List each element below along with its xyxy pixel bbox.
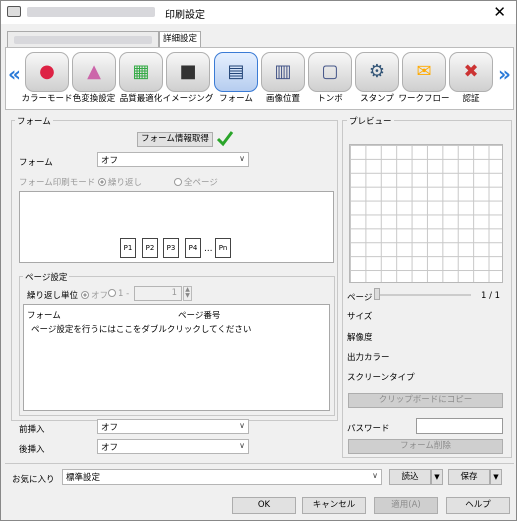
cancel-button[interactable]: キャンセル	[302, 497, 366, 514]
toolbar-label: トンボ	[317, 94, 343, 104]
toolbar-label: 画像位置	[265, 94, 300, 104]
help-button[interactable]: ヘルプ	[446, 497, 510, 514]
page-sheet-icon: P4	[185, 238, 201, 258]
toolbar-button-authentication[interactable]: ✖	[449, 52, 493, 92]
preview-page-label: ページ	[347, 293, 373, 303]
page-sheet-icon: …	[204, 244, 213, 254]
separator	[5, 463, 514, 464]
range-spinner[interactable]: ▲ ▼	[183, 286, 192, 301]
printer-name-redacted	[27, 7, 155, 17]
close-icon[interactable]: ✕	[493, 3, 506, 21]
form-icon: ▤	[227, 61, 245, 82]
form-select[interactable]: オフ ∨	[97, 152, 249, 167]
toolbar-label: ワークフロー	[398, 94, 450, 104]
password-input[interactable]	[416, 418, 503, 434]
crop-marks-icon: ▢	[321, 61, 339, 82]
get-form-info-button[interactable]: フォーム情報取得	[137, 132, 213, 147]
function-toolbar: « » ● カラーモード ▲ 色変換設定 ▦ 品質最適化 ■ イメージング ▤ フォーム ▥ 画像位置…	[5, 47, 514, 110]
mode-repeat-radio[interactable]: 繰り返し	[98, 176, 142, 188]
screen-type-label: スクリーンタイプ	[347, 373, 415, 383]
toolbar-label: 品質最適化	[119, 94, 163, 104]
toolbar-label: 色変換設定	[72, 94, 116, 104]
imaging-icon: ■	[179, 61, 197, 82]
front-insert-select[interactable]: オフ ∨	[97, 419, 249, 434]
toolbar-label: 認証	[462, 94, 480, 104]
column-header-page-number: ページ番号	[178, 311, 221, 321]
repeat-range-radio[interactable]: 1 -	[108, 289, 129, 299]
stamp-icon: ⚙	[368, 61, 386, 82]
toolbar-button-form[interactable]: ▤	[214, 52, 258, 92]
chevron-down-icon: ∨	[239, 154, 245, 163]
tab-detail-settings[interactable]: 詳細設定	[159, 31, 201, 47]
form-print-mode-label: フォーム印刷モード	[19, 178, 96, 188]
resolution-label: 解像度	[347, 333, 373, 343]
toolbar-label: スタンプ	[360, 94, 394, 104]
form-group-title: フォーム	[15, 115, 53, 127]
ok-button[interactable]: OK	[232, 497, 296, 514]
print-settings-window: 印刷設定 ✕ 詳細設定 « » ● カラーモード ▲ 色変換設定 ▦ 品質最適化 ■ イメージ…	[0, 0, 517, 521]
image-position-icon: ▥	[274, 61, 292, 82]
color-mode-icon: ●	[39, 61, 55, 82]
tab-redacted[interactable]	[7, 31, 159, 47]
save-button[interactable]: 保存	[448, 469, 490, 485]
output-color-label: 出力カラー	[347, 353, 390, 363]
password-label: パスワード	[347, 424, 390, 434]
page-counter: 1 / 1	[481, 291, 501, 301]
page-settings-hint: ページ設定を行うにはここをダブルクリックしてください	[31, 325, 252, 335]
quality-optimize-icon: ▦	[132, 61, 150, 82]
checkmark-icon	[216, 131, 234, 147]
favorites-label: お気に入り	[12, 475, 55, 485]
apply-button[interactable]: 適用(A)	[374, 497, 438, 514]
back-insert-select[interactable]: オフ ∨	[97, 439, 249, 454]
window-title: 印刷設定	[165, 10, 205, 21]
toolbar-button-workflow[interactable]: ✉	[402, 52, 446, 92]
toolbar-button-color-conversion[interactable]: ▲	[72, 52, 116, 92]
printer-icon	[7, 6, 21, 17]
scroll-right-icon[interactable]: »	[498, 62, 511, 86]
page-slider-thumb[interactable]	[374, 288, 380, 300]
load-dropdown-icon[interactable]: ▼	[431, 469, 443, 485]
save-dropdown-icon[interactable]: ▼	[490, 469, 502, 485]
page-sheet-icon: P3	[163, 238, 179, 258]
chevron-down-icon: ∨	[239, 441, 245, 450]
toolbar-label: イメージング	[162, 94, 214, 104]
toolbar-button-imaging[interactable]: ■	[166, 52, 210, 92]
preview-grid	[349, 144, 503, 283]
chevron-down-icon: ∨	[372, 471, 378, 480]
load-button[interactable]: 読込	[389, 469, 431, 485]
copy-to-clipboard-button[interactable]: クリップボードにコピー	[348, 393, 503, 408]
repeat-off-radio[interactable]: オフ	[81, 289, 108, 301]
workflow-icon: ✉	[416, 61, 432, 82]
page-slider-track[interactable]	[375, 294, 471, 296]
favorites-select[interactable]: 標準設定 ∨	[62, 469, 382, 485]
page-sheet-icon: P2	[142, 238, 158, 258]
scroll-left-icon[interactable]: «	[8, 62, 21, 86]
toolbar-button-image-position[interactable]: ▥	[261, 52, 305, 92]
column-header-form: フォーム	[27, 311, 61, 321]
color-conversion-icon: ▲	[87, 61, 101, 82]
page-settings-list[interactable]	[23, 304, 330, 411]
title-bar: 印刷設定 ✕	[1, 1, 516, 24]
toolbar-button-stamp[interactable]: ⚙	[355, 52, 399, 92]
chevron-down-icon: ∨	[239, 421, 245, 430]
toolbar-label: カラーモード	[21, 94, 73, 104]
toolbar-label: フォーム	[219, 94, 253, 104]
page-sheet-icon: P1	[120, 238, 136, 258]
toolbar-button-color-mode[interactable]: ●	[25, 52, 69, 92]
toolbar-button-crop-marks[interactable]: ▢	[308, 52, 352, 92]
form-label: フォーム	[19, 158, 53, 168]
page-sheet-icon: Pn	[215, 238, 231, 258]
size-label: サイズ	[347, 312, 373, 322]
authentication-icon: ✖	[463, 61, 479, 82]
range-end-field[interactable]: 1	[134, 286, 182, 301]
back-insert-label: 後挿入	[19, 445, 45, 455]
mode-all-pages-radio[interactable]: 全ページ	[174, 176, 218, 188]
toolbar-button-quality-optimize[interactable]: ▦	[119, 52, 163, 92]
repeat-unit-label: 繰り返し単位	[27, 291, 79, 301]
front-insert-label: 前挿入	[19, 425, 45, 435]
preview-title: プレビュー	[347, 115, 394, 127]
delete-form-button[interactable]: フォーム削除	[348, 439, 503, 454]
page-settings-title: ページ設定	[23, 271, 70, 283]
